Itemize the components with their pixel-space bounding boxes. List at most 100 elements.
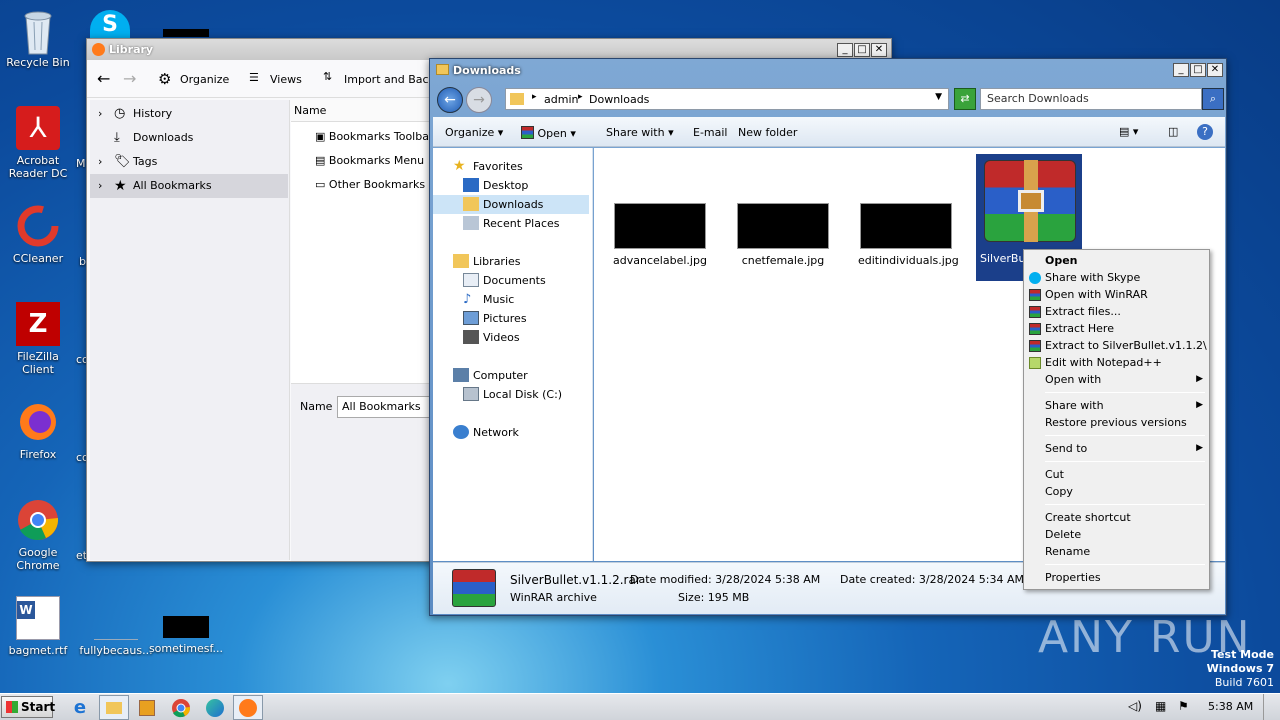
- tree-item-history[interactable]: › ◷ History: [90, 102, 288, 126]
- computer-icon: [453, 368, 469, 382]
- chrome-taskbar-icon[interactable]: [170, 697, 192, 719]
- bookmark-row[interactable]: ▭ Other Bookmarks: [315, 175, 425, 195]
- view-icon[interactable]: ▤ ▾: [1119, 125, 1138, 138]
- media-player-taskbar-icon[interactable]: [136, 697, 158, 719]
- nav-network[interactable]: Network: [453, 423, 519, 442]
- menu-item-delete[interactable]: Delete: [1024, 526, 1209, 543]
- address-bar[interactable]: ▸ admin ▸ Downloads ▼: [505, 88, 949, 110]
- breadcrumb-admin[interactable]: admin: [544, 93, 578, 106]
- maximize-button[interactable]: □: [854, 43, 870, 57]
- menu-item-create-shortcut[interactable]: Create shortcut: [1024, 509, 1209, 526]
- edge-taskbar-icon[interactable]: [204, 697, 226, 719]
- menu-item-send-to[interactable]: Send to ▶: [1024, 440, 1209, 457]
- search-icon[interactable]: ⌕: [1202, 88, 1224, 110]
- nav-local-disk[interactable]: Local Disk (C:): [463, 385, 562, 404]
- menu-item-properties[interactable]: Properties: [1024, 569, 1209, 586]
- recycle-bin-icon: [16, 8, 60, 55]
- tree-item-all-bookmarks[interactable]: › ★ All Bookmarks: [90, 174, 288, 198]
- menu-item-open-with[interactable]: Open with ▶: [1024, 371, 1209, 388]
- nav-recent-places[interactable]: Recent Places: [463, 214, 560, 233]
- minimize-button[interactable]: _: [837, 43, 853, 57]
- new-folder-button[interactable]: New folder: [738, 126, 797, 139]
- menu-separator: [1045, 461, 1205, 462]
- file-item[interactable]: editindividuals.jpg: [858, 203, 959, 267]
- menu-item-copy[interactable]: Copy: [1024, 483, 1209, 500]
- chevron-down-icon[interactable]: ▼: [935, 92, 942, 102]
- refresh-button[interactable]: ⇄: [954, 88, 976, 110]
- share-with-menu[interactable]: Share with ▾: [606, 126, 674, 139]
- bookmark-row[interactable]: ▤ Bookmarks Menu: [315, 151, 424, 171]
- desktop-icon-firefox[interactable]: Firefox: [0, 400, 76, 461]
- tree-item-tags[interactable]: › 🏷 Tags: [90, 150, 288, 174]
- bookmark-row[interactable]: ▣ Bookmarks Toolbar: [315, 127, 433, 147]
- library-titlebar[interactable]: Library _ □ ✕: [87, 39, 891, 60]
- start-button[interactable]: Start: [1, 696, 55, 718]
- help-icon[interactable]: ?: [1197, 124, 1213, 140]
- desktop-icon-chrome[interactable]: Google Chrome: [0, 498, 76, 572]
- forward-arrow-icon[interactable]: →: [123, 69, 136, 88]
- explorer-titlebar[interactable]: Downloads _ □ ✕: [430, 59, 1226, 81]
- tray-network-icon[interactable]: ▦: [1155, 699, 1166, 713]
- menu-item-extract-files[interactable]: Extract files...: [1024, 303, 1209, 320]
- nav-pictures[interactable]: Pictures: [463, 309, 527, 328]
- breadcrumb-separator: ▸: [532, 92, 537, 102]
- organize-menu[interactable]: Organize ▾: [445, 126, 503, 139]
- menu-item-extract-here[interactable]: Extract Here: [1024, 320, 1209, 337]
- desktop-icon-sometimesf[interactable]: sometimesf...: [148, 596, 224, 655]
- skype-icon: [1029, 272, 1041, 284]
- views-menu[interactable]: Views: [270, 73, 302, 86]
- search-input[interactable]: Search Downloads: [980, 88, 1202, 110]
- close-button[interactable]: ✕: [871, 43, 887, 57]
- explorer-taskbar-icon[interactable]: [99, 695, 129, 720]
- nav-desktop[interactable]: Desktop: [463, 176, 528, 195]
- nav-downloads[interactable]: Downloads: [433, 195, 589, 214]
- desktop-icon-filezilla[interactable]: Z FileZilla Client: [0, 302, 76, 376]
- back-button[interactable]: ←: [437, 87, 463, 113]
- desktop-icon-ccleaner[interactable]: CCleaner: [0, 204, 76, 265]
- nav-documents[interactable]: Documents: [463, 271, 546, 290]
- desktop-icon-fullybecaus[interactable]: fullybecaus...: [78, 596, 154, 657]
- tray-flag-icon[interactable]: ⚑: [1178, 699, 1189, 713]
- nav-favorites[interactable]: ★ Favorites: [453, 157, 523, 176]
- breadcrumb-downloads[interactable]: Downloads: [589, 93, 649, 106]
- back-arrow-icon[interactable]: ←: [97, 69, 110, 88]
- desktop-icon-bagmet[interactable]: W bagmet.rtf: [0, 596, 76, 657]
- file-item[interactable]: advancelabel.jpg: [612, 203, 708, 267]
- menu-item-cut[interactable]: Cut: [1024, 466, 1209, 483]
- menu-item-rename[interactable]: Rename: [1024, 543, 1209, 560]
- ie-taskbar-icon[interactable]: e: [69, 697, 91, 719]
- menu-separator: [1045, 392, 1205, 393]
- preview-pane-icon[interactable]: ◫: [1168, 125, 1178, 138]
- nav-music[interactable]: ♪ Music: [463, 290, 514, 309]
- minimize-button[interactable]: _: [1173, 63, 1189, 77]
- email-button[interactable]: E-mail: [693, 126, 728, 139]
- menu-item-open-winrar[interactable]: Open with WinRAR: [1024, 286, 1209, 303]
- tray-speaker-icon[interactable]: ◁): [1128, 699, 1142, 713]
- menu-separator: [1045, 435, 1205, 436]
- firefox-taskbar-icon[interactable]: [233, 695, 263, 720]
- menu-item-share-skype[interactable]: Share with Skype: [1024, 269, 1209, 286]
- show-desktop-button[interactable]: [1263, 694, 1279, 720]
- forward-button[interactable]: →: [466, 87, 492, 113]
- menu-item-open[interactable]: Open: [1024, 252, 1209, 269]
- skype-icon[interactable]: S: [90, 10, 130, 38]
- menu-item-extract-to[interactable]: Extract to SilverBullet.v1.1.2\: [1024, 337, 1209, 354]
- winrar-archive-icon: [984, 160, 1076, 242]
- nav-computer[interactable]: Computer: [453, 366, 528, 385]
- organize-menu[interactable]: Organize: [180, 73, 229, 86]
- close-button[interactable]: ✕: [1207, 63, 1223, 77]
- clock[interactable]: 5:38 AM: [1208, 700, 1253, 713]
- nav-libraries[interactable]: Libraries: [453, 252, 521, 271]
- desktop-icon-recycle-bin[interactable]: Recycle Bin: [0, 8, 76, 69]
- menu-item-edit-notepadpp[interactable]: Edit with Notepad++: [1024, 354, 1209, 371]
- desktop-icon-acrobat[interactable]: ⅄ Acrobat Reader DC: [0, 106, 76, 180]
- maximize-button[interactable]: □: [1190, 63, 1206, 77]
- menu-item-restore-versions[interactable]: Restore previous versions: [1024, 414, 1209, 431]
- open-menu[interactable]: Open ▾: [521, 126, 576, 140]
- nav-videos[interactable]: Videos: [463, 328, 520, 347]
- file-item[interactable]: cnetfemale.jpg: [735, 203, 831, 267]
- black-thumbnail: [163, 29, 209, 37]
- winrar-icon: [1029, 289, 1041, 301]
- tree-item-downloads[interactable]: ⤓ Downloads: [90, 126, 288, 150]
- menu-item-share-with[interactable]: Share with ▶: [1024, 397, 1209, 414]
